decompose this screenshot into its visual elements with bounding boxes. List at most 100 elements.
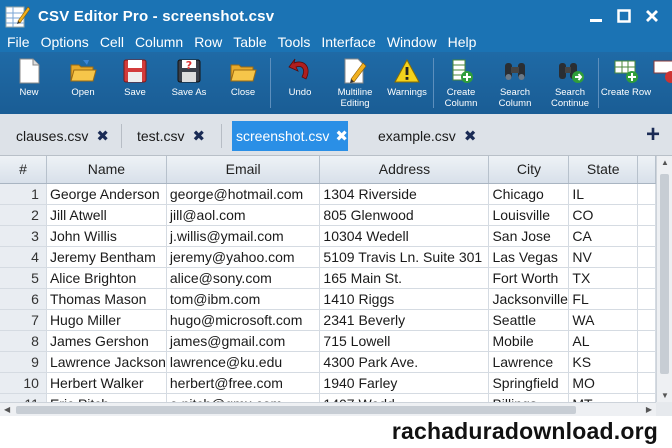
cell-name[interactable]: George Anderson: [46, 183, 167, 205]
cell-city[interactable]: Louisville: [488, 204, 570, 226]
cell-overflow[interactable]: [637, 183, 656, 205]
cell-email[interactable]: jeremy@yahoo.com: [166, 246, 321, 268]
menu-table[interactable]: Table: [233, 34, 266, 50]
menu-help[interactable]: Help: [448, 34, 477, 50]
cell-email[interactable]: lawrence@ku.edu: [166, 351, 321, 373]
menu-interface[interactable]: Interface: [321, 34, 375, 50]
cell-email[interactable]: e.pitch@gmx.com: [166, 393, 321, 402]
cell-address[interactable]: 2341 Beverly: [319, 309, 490, 331]
tab-screenshot[interactable]: screenshot.csv ✖: [232, 121, 348, 151]
row-number[interactable]: 2: [0, 204, 47, 226]
menu-file[interactable]: File: [7, 34, 30, 50]
menu-column[interactable]: Column: [135, 34, 183, 50]
vertical-scroll-thumb[interactable]: [660, 174, 669, 374]
horizontal-scroll-thumb[interactable]: [16, 406, 576, 414]
cell-overflow[interactable]: [637, 351, 656, 373]
cell-overflow[interactable]: [637, 267, 656, 289]
cell-address[interactable]: 715 Lowell: [319, 330, 490, 352]
cell-city[interactable]: Springfield: [488, 372, 570, 394]
cell-state[interactable]: MO: [568, 372, 639, 394]
cell-address[interactable]: 5109 Travis Ln. Suite 301: [319, 246, 490, 268]
row-number[interactable]: 11: [0, 393, 47, 402]
cell-address[interactable]: 4300 Park Ave.: [319, 351, 490, 373]
cell-name[interactable]: Jill Atwell: [46, 204, 167, 226]
cell-address[interactable]: 1940 Farley: [319, 372, 490, 394]
column-header-address[interactable]: Address: [319, 156, 490, 184]
scroll-down-icon[interactable]: ▼: [661, 391, 669, 400]
cell-email[interactable]: hugo@microsoft.com: [166, 309, 321, 331]
cell-name[interactable]: Eric Pitch: [46, 393, 167, 402]
cell-overflow[interactable]: [637, 309, 656, 331]
cell-state[interactable]: TX: [568, 267, 639, 289]
row-number[interactable]: 5: [0, 267, 47, 289]
cell-address[interactable]: 10304 Wedell: [319, 225, 490, 247]
row-number[interactable]: 8: [0, 330, 47, 352]
cell-email[interactable]: alice@sony.com: [166, 267, 321, 289]
cell-city[interactable]: San Jose: [488, 225, 570, 247]
column-header-overflow[interactable]: [637, 156, 656, 184]
column-header-number[interactable]: #: [0, 156, 47, 184]
cell-state[interactable]: WA: [568, 309, 639, 331]
cell-address[interactable]: 1304 Riverside: [319, 183, 490, 205]
tab-close-icon[interactable]: ✖: [335, 127, 348, 145]
warnings-button[interactable]: Warnings: [381, 52, 433, 114]
vertical-scrollbar[interactable]: ▲ ▼: [656, 156, 672, 402]
cell-name[interactable]: Alice Brighton: [46, 267, 167, 289]
cell-email[interactable]: herbert@free.com: [166, 372, 321, 394]
cell-state[interactable]: KS: [568, 351, 639, 373]
cell-state[interactable]: NV: [568, 246, 639, 268]
menu-tools[interactable]: Tools: [278, 34, 311, 50]
row-number[interactable]: 4: [0, 246, 47, 268]
cell-name[interactable]: Jeremy Bentham: [46, 246, 167, 268]
close-button[interactable]: Close: [216, 52, 270, 114]
create-column-button[interactable]: Create Column: [434, 52, 488, 114]
cell-name[interactable]: John Willis: [46, 225, 167, 247]
undo-button[interactable]: Undo: [271, 52, 329, 114]
row-number[interactable]: 1: [0, 183, 47, 205]
new-button[interactable]: New: [0, 52, 58, 114]
cell-city[interactable]: Fort Worth: [488, 267, 570, 289]
cell-overflow[interactable]: [637, 288, 656, 310]
cell-name[interactable]: Thomas Mason: [46, 288, 167, 310]
cell-address[interactable]: 1407 Wedd: [319, 393, 490, 402]
multiline-editing-button[interactable]: Multiline Editing: [329, 52, 381, 114]
tab-example[interactable]: example.csv ✖: [374, 121, 476, 151]
cell-state[interactable]: FL: [568, 288, 639, 310]
cell-city[interactable]: Seattle: [488, 309, 570, 331]
cell-city[interactable]: Jacksonville: [488, 288, 570, 310]
cell-overflow[interactable]: [637, 204, 656, 226]
row-number[interactable]: 3: [0, 225, 47, 247]
scroll-left-icon[interactable]: ◀: [4, 405, 10, 414]
menu-row[interactable]: Row: [194, 34, 222, 50]
cell-overflow[interactable]: [637, 393, 656, 402]
search-continue-button[interactable]: Search Continue: [542, 52, 598, 114]
minimize-button[interactable]: [582, 4, 610, 28]
menu-window[interactable]: Window: [387, 34, 437, 50]
cell-email[interactable]: tom@ibm.com: [166, 288, 321, 310]
add-tab-button[interactable]: +: [646, 123, 660, 147]
cell-overflow[interactable]: [637, 372, 656, 394]
cell-address[interactable]: 1410 Riggs: [319, 288, 490, 310]
cell-city[interactable]: Las Vegas: [488, 246, 570, 268]
cell-name[interactable]: Herbert Walker: [46, 372, 167, 394]
cell-city[interactable]: Mobile: [488, 330, 570, 352]
menu-options[interactable]: Options: [41, 34, 89, 50]
cell-state[interactable]: IL: [568, 183, 639, 205]
cell-overflow[interactable]: [637, 246, 656, 268]
cell-name[interactable]: James Gershon: [46, 330, 167, 352]
cell-state[interactable]: MT: [568, 393, 639, 402]
column-header-email[interactable]: Email: [166, 156, 321, 184]
cell-email[interactable]: james@gmail.com: [166, 330, 321, 352]
cell-name[interactable]: Lawrence Jackson: [46, 351, 167, 373]
menu-cell[interactable]: Cell: [100, 34, 124, 50]
save-as-button[interactable]: ? Save As: [162, 52, 216, 114]
cell-city[interactable]: Chicago: [488, 183, 570, 205]
row-number[interactable]: 7: [0, 309, 47, 331]
cell-overflow[interactable]: [637, 330, 656, 352]
tab-clauses[interactable]: clauses.csv ✖: [12, 121, 109, 151]
maximize-button[interactable]: [610, 4, 638, 28]
cell-state[interactable]: AL: [568, 330, 639, 352]
tab-close-icon[interactable]: ✖: [464, 127, 477, 145]
toolbar-overflow-item[interactable]: [653, 52, 672, 114]
save-button[interactable]: Save: [108, 52, 162, 114]
